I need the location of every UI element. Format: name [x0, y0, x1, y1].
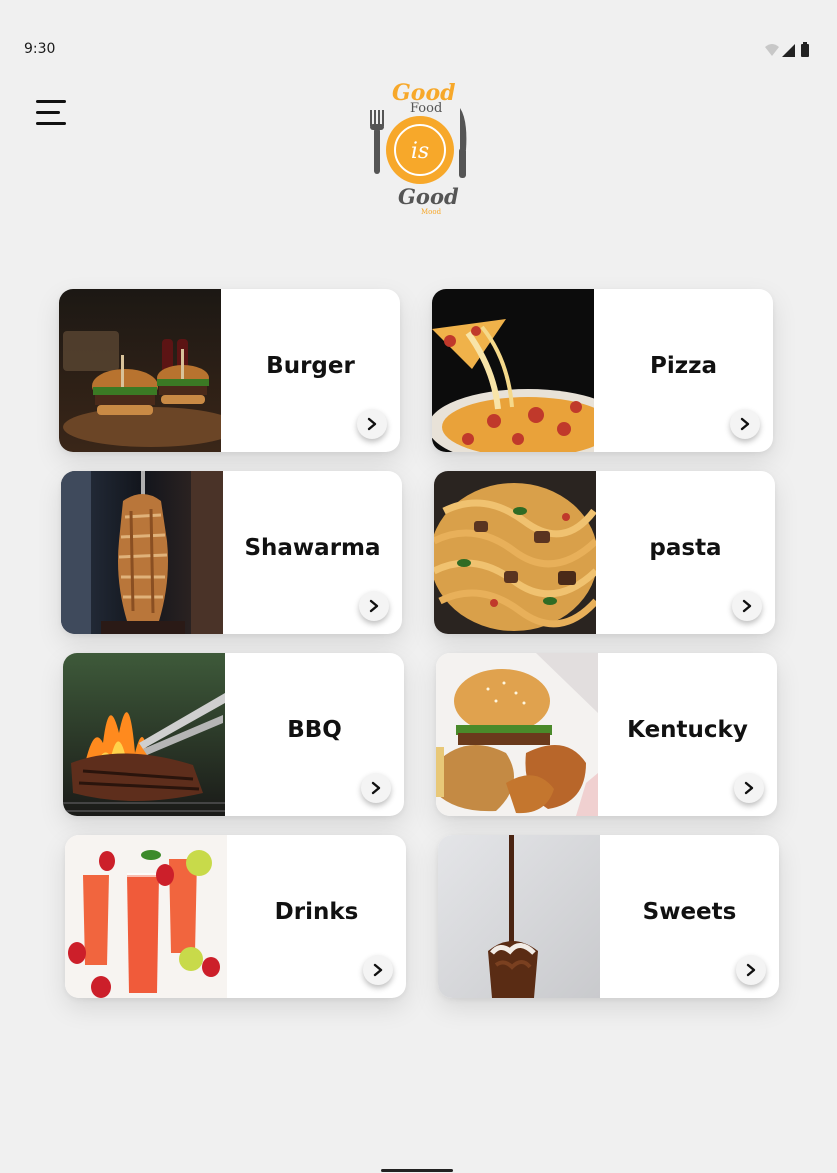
home-indicator[interactable] [381, 1169, 453, 1172]
logo-text-good-bottom: Good [398, 184, 459, 209]
chevron-right-icon [746, 963, 756, 977]
chevron-right-icon [373, 963, 383, 977]
category-label: Sweets [642, 899, 737, 925]
chevron-right-icon [367, 417, 377, 431]
category-arrow-button[interactable] [730, 409, 760, 439]
category-arrow-button[interactable] [363, 955, 393, 985]
category-arrow-button[interactable] [734, 773, 764, 803]
chevron-right-icon [369, 599, 379, 613]
logo-text-mood: Mood [421, 208, 442, 216]
category-label: Kentucky [627, 717, 748, 743]
chevron-right-icon [744, 781, 754, 795]
category-card-bbq[interactable]: BBQ [63, 653, 404, 816]
shawarma-photo [61, 471, 223, 634]
wifi-icon [765, 44, 779, 56]
category-label: Drinks [274, 899, 359, 925]
category-label: Shawarma [244, 535, 381, 561]
signal-icon [782, 44, 795, 57]
category-card-burger[interactable]: Burger [59, 289, 400, 452]
category-arrow-button[interactable] [736, 955, 766, 985]
category-arrow-button[interactable] [357, 409, 387, 439]
category-card-shawarma[interactable]: Shawarma [61, 471, 402, 634]
sweets-photo [438, 835, 600, 998]
status-icons [764, 42, 814, 58]
category-arrow-button[interactable] [732, 591, 762, 621]
category-card-sweets[interactable]: Sweets [438, 835, 779, 998]
category-arrow-button[interactable] [361, 773, 391, 803]
kentucky-photo [436, 653, 598, 816]
category-label: Pizza [649, 353, 718, 379]
chevron-right-icon [740, 417, 750, 431]
category-card-drinks[interactable]: Drinks [65, 835, 406, 998]
chevron-right-icon [742, 599, 752, 613]
pizza-photo [432, 289, 594, 452]
burger-photo [59, 289, 221, 452]
category-card-pizza[interactable]: Pizza [432, 289, 773, 452]
app-logo: is Good Food Good Mood [364, 76, 472, 218]
status-time: 9:30 [24, 41, 56, 57]
category-label: pasta [649, 535, 722, 561]
status-bar: 9:30 [0, 0, 837, 70]
category-label: Burger [266, 353, 355, 379]
battery-icon [801, 42, 809, 57]
logo-text-food: Food [410, 101, 442, 116]
category-label: BBQ [287, 717, 342, 743]
category-arrow-button[interactable] [359, 591, 389, 621]
fork-icon [370, 110, 384, 174]
pasta-photo [434, 471, 596, 634]
category-card-kentucky[interactable]: Kentucky [436, 653, 777, 816]
chevron-right-icon [371, 781, 381, 795]
drinks-photo [65, 835, 227, 998]
menu-button[interactable] [36, 100, 70, 128]
logo-center-text: is [411, 139, 429, 164]
category-card-pasta[interactable]: pasta [434, 471, 775, 634]
knife-icon [459, 108, 467, 178]
bbq-photo [63, 653, 225, 816]
